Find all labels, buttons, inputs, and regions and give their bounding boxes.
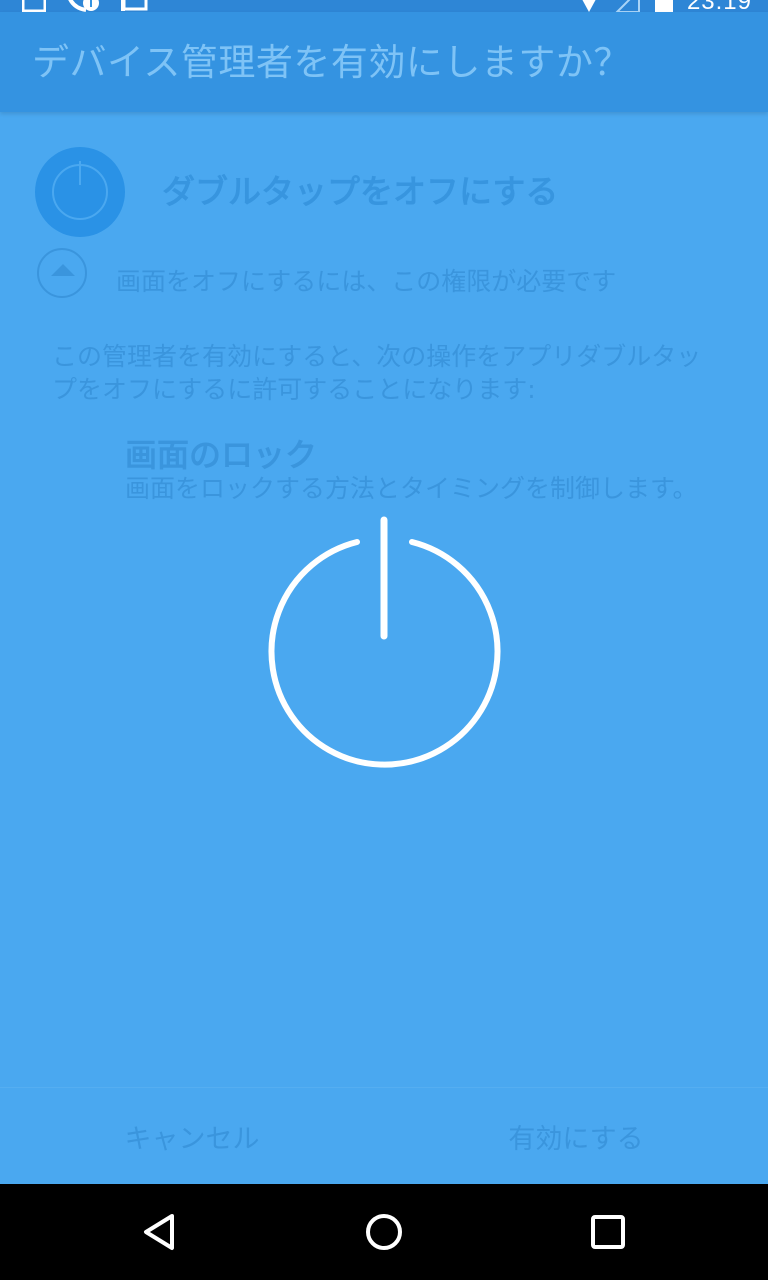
power-icon [52, 161, 108, 220]
policy-title: 画面のロック [125, 436, 318, 474]
cancel-button[interactable]: キャンセル [0, 1088, 384, 1185]
navigation-bar [0, 1184, 768, 1280]
dialog-title-bar: デバイス管理者を有効にしますか？ [0, 12, 768, 112]
admin-description: この管理者を有効にすると、次の操作をアプリダブルタップをオフにするに許可すること… [52, 342, 702, 404]
image-icon [22, 0, 46, 12]
expand-details-button[interactable] [37, 248, 87, 298]
status-left-icons [22, 0, 148, 12]
power-overlay-icon [268, 516, 501, 768]
recents-icon [591, 1215, 625, 1249]
dialog-content: ダブルタップをオフにする 画面をオフにするには、この権限が必要です この管理者を… [0, 112, 768, 1087]
app-name: ダブルタップをオフにする [162, 172, 559, 211]
permission-reason: 画面をオフにするには、この権限が必要です [116, 267, 617, 296]
photos-icon [121, 0, 148, 11]
app-icon [35, 147, 125, 237]
back-button[interactable] [130, 1202, 190, 1262]
home-button[interactable] [354, 1202, 414, 1262]
home-icon [366, 1214, 402, 1250]
dialog-button-bar: キャンセル 有効にする [0, 1087, 768, 1185]
phone-info-icon [68, 0, 99, 12]
activate-button[interactable]: 有効にする [384, 1088, 768, 1185]
dialog-title: デバイス管理者を有効にしますか？ [32, 41, 631, 84]
status-bar: 23:19 [0, 0, 768, 15]
policy-description: 画面をロックする方法とタイミングを制御します。 [125, 474, 698, 503]
recents-button[interactable] [578, 1202, 638, 1262]
back-icon [144, 1214, 174, 1250]
